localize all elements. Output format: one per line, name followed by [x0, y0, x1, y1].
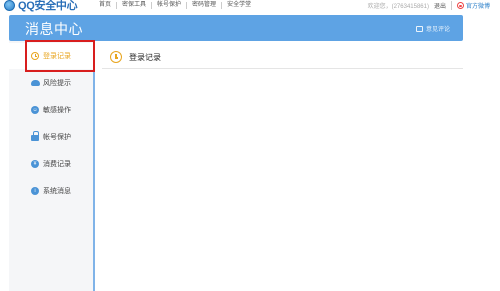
- page-title: 消息中心: [25, 21, 83, 37]
- qq-security-logo[interactable]: QQ安全中心: [4, 0, 78, 12]
- feedback-button[interactable]: 意见评论: [415, 24, 450, 33]
- logo-text: QQ安全中心: [18, 0, 78, 12]
- nav-password-management[interactable]: 密码管理: [187, 1, 223, 9]
- content-divider: [102, 68, 463, 69]
- welcome-text: 欢迎您，(2763415861): [367, 3, 429, 10]
- sidebar-item-sensitive-actions[interactable]: ☺ 敏感操作: [9, 97, 93, 123]
- cloud-icon: [31, 80, 40, 86]
- nav-account-protection[interactable]: 帐号保护: [152, 1, 188, 9]
- sidebar-item-spending-records[interactable]: ¥ 消费记录: [9, 151, 93, 177]
- sidebar: 登录记录 风险提示 ☺ 敏感操作 帐号保护 ¥ 消费记录 i 系统消息: [9, 41, 95, 291]
- clock-icon: [110, 51, 122, 63]
- content-title: 登录记录: [129, 52, 161, 62]
- official-weibo-link[interactable]: 官方微博: [466, 1, 490, 10]
- weibo-icon[interactable]: [456, 1, 464, 9]
- sidebar-item-label: 帐号保护: [43, 134, 71, 141]
- coin-icon: ¥: [31, 160, 39, 168]
- sidebar-item-system-messages[interactable]: i 系统消息: [9, 178, 93, 204]
- feedback-label: 意见评论: [425, 27, 450, 33]
- sidebar-item-label: 敏感操作: [43, 107, 71, 114]
- info-icon: i: [31, 187, 39, 195]
- page-header: 消息中心 意见评论: [9, 15, 463, 41]
- top-nav: 首页 密保工具 帐号保护 密码管理 安全学堂: [94, 0, 256, 10]
- sidebar-item-label: 系统消息: [43, 188, 71, 195]
- lock-icon: [31, 131, 39, 141]
- sidebar-item-label: 消费记录: [43, 161, 71, 168]
- nav-security-tools[interactable]: 密保工具: [117, 1, 153, 9]
- nav-home[interactable]: 首页: [94, 1, 118, 9]
- highlight-annotation: [25, 40, 95, 72]
- logout-link[interactable]: 退出: [434, 0, 452, 10]
- sidebar-item-risk-alerts[interactable]: 风险提示: [9, 70, 93, 96]
- user-area: 欢迎您，(2763415861) 退出 官方微博: [368, 0, 490, 10]
- face-icon: ☺: [31, 106, 39, 114]
- content-header: 登录记录: [110, 47, 161, 67]
- nav-security-school[interactable]: 安全学堂: [222, 2, 256, 9]
- top-bar: QQ安全中心 首页 密保工具 帐号保护 密码管理 安全学堂 欢迎您，(27634…: [0, 0, 500, 12]
- sidebar-item-account-protection[interactable]: 帐号保护: [9, 124, 93, 150]
- sidebar-item-label: 风险提示: [43, 80, 71, 87]
- qq-logo-icon: [4, 0, 15, 11]
- comment-icon: [415, 25, 423, 32]
